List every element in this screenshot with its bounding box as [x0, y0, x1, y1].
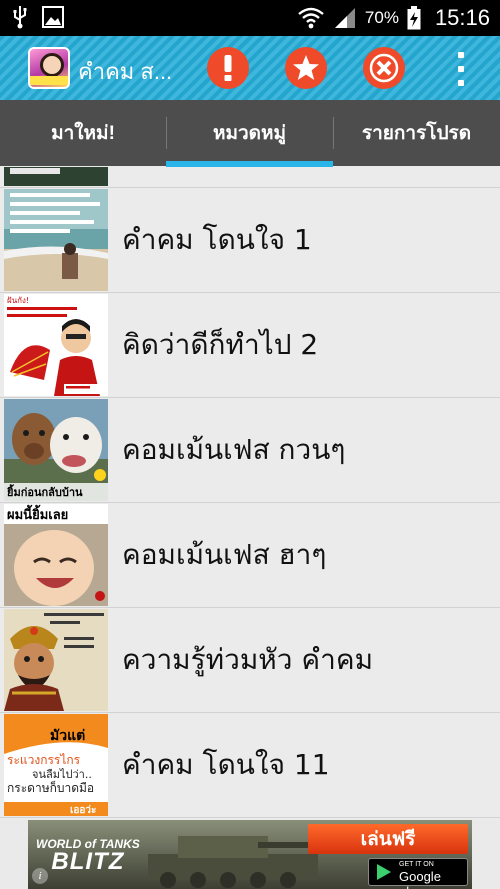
signal-icon — [334, 8, 355, 28]
list-item[interactable] — [0, 167, 500, 188]
alert-button[interactable] — [207, 47, 249, 89]
ad-logo: WORLD of TANKS BLITZ — [36, 837, 140, 875]
battery-charging-icon — [407, 6, 421, 30]
wifi-icon — [298, 7, 324, 29]
list-item[interactable]: ยิ้มก่อนกลับบ้าน คอมเม้นเฟส กวนๆ — [0, 398, 500, 503]
list-item-thumbnail: มัวแต่ ระแวงกรรไกร จนลืมไปว่า.. กระดาษก็… — [4, 714, 108, 816]
svg-text:มัวแต่: มัวแต่ — [50, 728, 85, 744]
usb-icon — [13, 6, 27, 29]
tab-favorites[interactable]: รายการโปรด — [333, 100, 500, 166]
list-item[interactable]: มัวแต่ ระแวงกรรไกร จนลืมไปว่า.. กระดาษก็… — [0, 713, 500, 818]
svg-text:จนลืมไปว่า..: จนลืมไปว่า.. — [32, 768, 92, 781]
list-item-label: ความรู้ท่วมหัว คำคม — [122, 643, 374, 676]
list-item-thumbnail — [4, 609, 108, 711]
ad-banner[interactable]: WORLD of TANKS BLITZ เล่นฟรี GET IT ON G… — [28, 820, 472, 889]
list-item-thumbnail: ยิ้มก่อนกลับบ้าน — [4, 399, 108, 501]
list-item[interactable]: คำคม โดนใจ 1 — [0, 188, 500, 293]
list-item[interactable]: ผมนี้ยิ้มเลย คอมเม้นเฟส ฮาๆ — [0, 503, 500, 608]
list-item-label: คำคม โดนใจ 1 — [122, 223, 312, 256]
list-item-label: คอมเม้นเฟส กวนๆ — [122, 433, 346, 466]
clock: 15:16 — [434, 5, 490, 30]
svg-text:ระแวงกรรไกร: ระแวงกรรไกร — [7, 753, 81, 767]
tab-new[interactable]: มาใหม่! — [0, 100, 166, 166]
image-icon — [42, 6, 64, 28]
app-logo[interactable] — [28, 47, 70, 89]
list-item-thumbnail — [4, 189, 108, 291]
ad-info-icon[interactable]: i — [32, 868, 48, 884]
battery-percent: 70% — [364, 8, 399, 27]
ad-play-button[interactable]: เล่นฟรี — [308, 824, 468, 854]
alert-icon — [224, 55, 232, 81]
list-item[interactable]: ความรู้ท่วมหัว คำคม — [0, 608, 500, 713]
list-item-thumbnail — [4, 167, 108, 186]
tab-bar: มาใหม่! หมวดหมู่ รายการโปรด — [0, 100, 500, 166]
close-button[interactable] — [363, 47, 405, 89]
category-list[interactable]: คำคม โดนใจ 1 ฝันกัง! คิดว่าดีก็ทำไป 2 ยิ… — [0, 167, 500, 820]
google-play-badge[interactable]: GET IT ON Google play — [368, 858, 468, 889]
play-store-icon — [377, 864, 391, 880]
overflow-menu-icon[interactable] — [452, 52, 470, 86]
svg-text:ฝันกัง!: ฝันกัง! — [7, 296, 29, 305]
svg-text:เออว่ะ: เออว่ะ — [70, 804, 96, 816]
list-item-label: คำคม โดนใจ 11 — [122, 748, 330, 781]
tab-categories[interactable]: หมวดหมู่ — [166, 100, 333, 166]
list-item-label: คอมเม้นเฟส ฮาๆ — [122, 538, 327, 571]
close-icon — [369, 53, 399, 83]
svg-text:ยิ้มก่อนกลับบ้าน: ยิ้มก่อนกลับบ้าน — [6, 484, 83, 499]
app-title: คำคม ส... — [78, 59, 173, 84]
svg-text:กระดาษก็บาดมือ: กระดาษก็บาดมือ — [7, 780, 94, 795]
star-icon — [293, 55, 319, 80]
action-bar: คำคม ส... — [0, 36, 500, 100]
favorite-button[interactable] — [285, 47, 327, 89]
list-item[interactable]: ฝันกัง! คิดว่าดีก็ทำไป 2 — [0, 293, 500, 398]
list-item-thumbnail: ฝันกัง! — [4, 294, 108, 396]
list-item-thumbnail: ผมนี้ยิ้มเลย — [4, 504, 108, 606]
list-item-label: คิดว่าดีก็ทำไป 2 — [122, 328, 319, 361]
status-bar: 70% 15:16 — [0, 0, 500, 36]
